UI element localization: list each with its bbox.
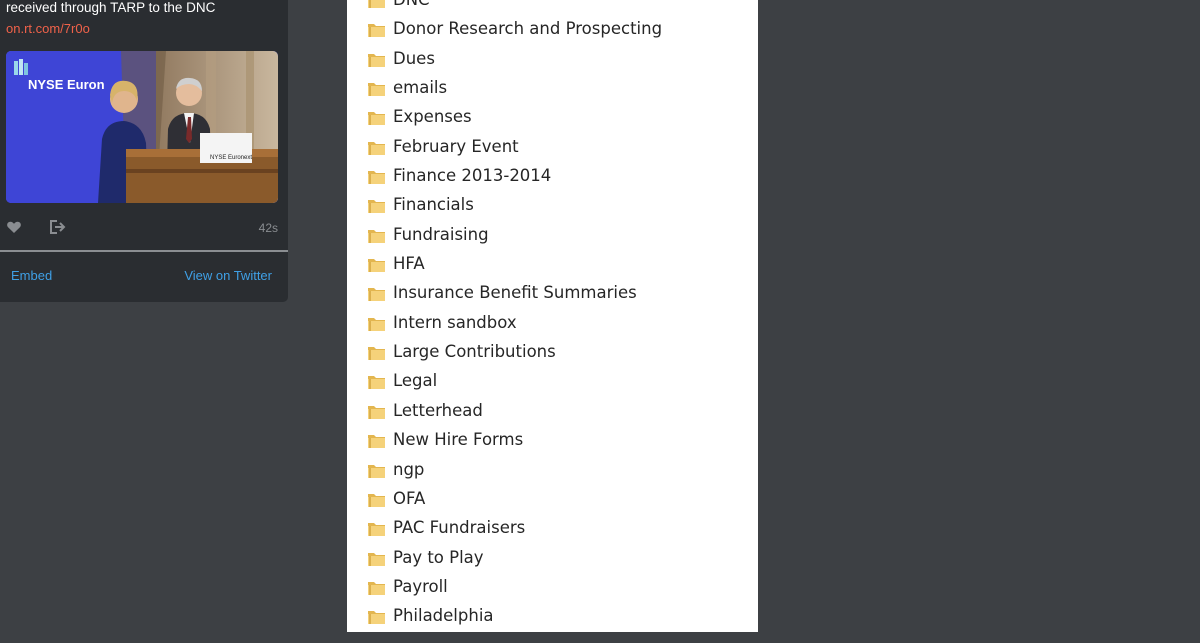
folder-listing: DNC Donor Research and Prospecting Dues ema… — [347, 0, 758, 632]
photo-illustration: NYSE Euron NYSE Euronext — [6, 51, 278, 203]
folder-name: Philadelphia — [393, 606, 494, 626]
folder-name: Expenses — [393, 107, 472, 127]
folder-item[interactable]: Insurance Benefit Summaries — [347, 279, 758, 308]
folder-name: Donor Research and Prospecting — [393, 19, 663, 39]
folder-icon — [367, 80, 386, 97]
tweet-actions: 42s — [6, 218, 278, 238]
photo-banner-text: NYSE Euron — [28, 77, 105, 92]
folder-name: Insurance Benefit Summaries — [393, 283, 637, 303]
heart-icon[interactable] — [6, 219, 24, 237]
tweet-timestamp: 42s — [258, 221, 278, 235]
folder-icon — [367, 109, 386, 126]
folder-item[interactable]: Pay to Play — [347, 544, 758, 573]
folder-icon — [367, 579, 386, 596]
tweet-card: received through TARP to the DNC on.rt.c… — [0, 0, 288, 302]
embed-link[interactable]: Embed — [11, 268, 52, 283]
card-divider — [0, 250, 288, 252]
folder-name: HFA — [393, 254, 425, 274]
folder-name: PAC Fundraisers — [393, 518, 526, 538]
folder-icon — [367, 344, 386, 361]
tweet-photo[interactable]: NYSE Euron NYSE Euronext — [6, 51, 278, 203]
folder-icon — [367, 139, 386, 156]
folder-icon — [367, 608, 386, 625]
folder-item[interactable]: Dues — [347, 45, 758, 74]
share-icon[interactable] — [49, 219, 67, 237]
folder-name: Fundraising — [393, 224, 489, 244]
folder-item[interactable]: DNC — [347, 0, 758, 15]
folder-item[interactable]: Intern sandbox — [347, 309, 758, 338]
folder-item[interactable]: Fundraising — [347, 221, 758, 250]
folder-item[interactable]: Finance 2013-2014 — [347, 162, 758, 191]
folder-icon — [367, 491, 386, 508]
folder-item[interactable]: emails — [347, 74, 758, 103]
folder-icon — [367, 168, 386, 185]
folder-name: Legal — [393, 371, 438, 391]
folder-icon — [367, 51, 386, 68]
folder-icon — [367, 462, 386, 479]
folder-item[interactable]: Financials — [347, 191, 758, 220]
folder-icon — [367, 520, 386, 537]
folder-name: Payroll — [393, 576, 448, 596]
folder-name: Financials — [393, 195, 474, 215]
tweet-text: received through TARP to the DNC — [6, 0, 216, 15]
folder-icon — [367, 550, 386, 567]
folder-name: Letterhead — [393, 400, 483, 420]
view-on-twitter-link[interactable]: View on Twitter — [184, 268, 272, 283]
folder-item[interactable]: ngp — [347, 456, 758, 485]
folder-name: Finance 2013-2014 — [393, 166, 552, 186]
folder-icon — [367, 432, 386, 449]
folder-name: DNC — [393, 0, 430, 9]
folder-item[interactable]: Legal — [347, 367, 758, 396]
folder-item[interactable]: New Hire Forms — [347, 426, 758, 455]
folder-name: emails — [393, 78, 448, 98]
folder-item[interactable]: February Event — [347, 133, 758, 162]
folder-item[interactable]: Donor Research and Prospecting — [347, 15, 758, 44]
folder-name: ngp — [393, 459, 425, 479]
folder-icon — [367, 285, 386, 302]
folder-name: Dues — [393, 48, 435, 68]
folder-name: February Event — [393, 136, 519, 156]
podium-sign-text: NYSE Euronext — [210, 155, 252, 161]
folder-icon — [367, 21, 386, 38]
folder-icon — [367, 227, 386, 244]
folder-icon — [367, 403, 386, 420]
folder-item[interactable]: Expenses — [347, 103, 758, 132]
folder-item[interactable]: PAC Fundraisers — [347, 514, 758, 543]
folder-name: Large Contributions — [393, 342, 556, 362]
folder-icon — [367, 315, 386, 332]
folder-name: Intern sandbox — [393, 312, 517, 332]
folder-name: OFA — [393, 488, 426, 508]
tweet-link[interactable]: on.rt.com/7r0o — [6, 21, 90, 36]
folder-list: DNC Donor Research and Prospecting Dues ema… — [347, 0, 758, 632]
folder-icon — [367, 0, 386, 9]
folder-item[interactable]: Payroll — [347, 573, 758, 602]
folder-name: New Hire Forms — [393, 430, 524, 450]
folder-item[interactable]: HFA — [347, 250, 758, 279]
folder-item[interactable]: Philadelphia — [347, 602, 758, 631]
folder-icon — [367, 197, 386, 214]
folder-icon — [367, 373, 386, 390]
folder-item[interactable]: Large Contributions — [347, 338, 758, 367]
folder-item[interactable]: Letterhead — [347, 397, 758, 426]
folder-name: Pay to Play — [393, 547, 484, 567]
folder-icon — [367, 256, 386, 273]
folder-item[interactable]: OFA — [347, 485, 758, 514]
